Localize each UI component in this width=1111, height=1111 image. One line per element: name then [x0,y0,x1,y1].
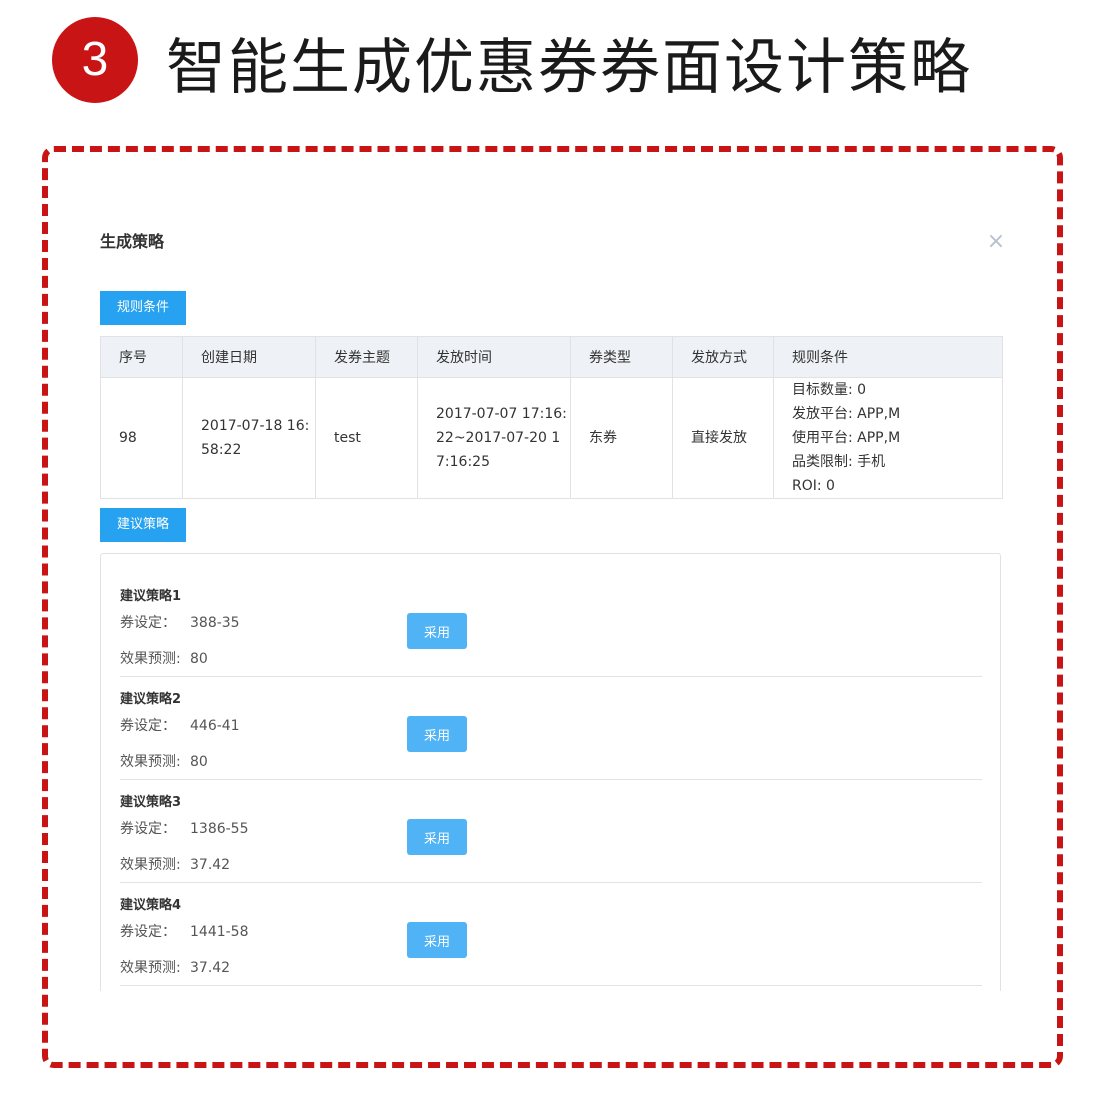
adopt-button[interactable]: 采用 [407,613,467,649]
effect-forecast: 效果预测: 37.42 [120,957,230,977]
rule-issue-platform: 发放平台: APP,M [792,406,901,422]
column-header-issue-time: 发放时间 [417,336,571,378]
coupon-value: 1386-55 [190,821,249,837]
coupon-label: 券设定： [120,615,176,631]
effect-forecast: 效果预测: 80 [120,751,208,771]
suggest-section-tag: 建议策略 [100,508,187,542]
rules-table: 序号 创建日期 发券主题 发放时间 券类型 发放方式 规则条件 98 2017-… [100,336,1003,499]
column-header-issue-method: 发放方式 [672,336,774,378]
coupon-setting: 券设定： 446-41 [120,715,240,735]
list-item: 建议策略2 券设定： 446-41 效果预测: 80 采用 [120,676,982,780]
coupon-value: 446-41 [190,718,240,734]
rule-use-platform: 使用平台: APP,M [792,430,901,446]
coupon-label: 券设定： [120,718,176,734]
close-icon[interactable]: × [984,230,1008,254]
effect-value: 37.42 [190,857,231,873]
effect-forecast: 效果预测: 80 [120,648,208,668]
effect-label: 效果预测: [120,857,181,873]
list-item: 建议策略4 券设定： 1441-58 效果预测: 37.42 采用 [120,882,982,986]
effect-label: 效果预测: [120,651,181,667]
column-header-created: 创建日期 [182,336,316,378]
coupon-value: 388-35 [190,615,240,631]
rules-list: 目标数量: 0 发放平台: APP,M 使用平台: APP,M 品类限制: 手机… [792,378,1002,498]
list-item: 建议策略1 券设定： 388-35 效果预测: 80 采用 [120,573,982,677]
rule-category-limit: 品类限制: 手机 [792,454,886,470]
page-headline: 智能生成优惠券券面设计策略 [166,32,972,103]
adopt-button[interactable]: 采用 [407,819,467,855]
strategy-name: 建议策略1 [120,589,182,604]
effect-value: 80 [190,754,208,770]
coupon-label: 券设定： [120,821,176,837]
cell-theme: test [315,377,418,499]
effect-value: 80 [190,651,208,667]
effect-value: 37.42 [190,960,231,976]
column-header-theme: 发券主题 [315,336,418,378]
table-header-row: 序号 创建日期 发券主题 发放时间 券类型 发放方式 规则条件 [100,336,1003,378]
cell-rules: 目标数量: 0 发放平台: APP,M 使用平台: APP,M 品类限制: 手机… [773,377,1003,499]
coupon-setting: 券设定： 1441-58 [120,921,249,941]
effect-label: 效果预测: [120,960,181,976]
dialog-title: 生成策略 [100,232,165,251]
column-header-rules: 规则条件 [773,336,1003,378]
coupon-setting: 券设定： 1386-55 [120,818,249,838]
cell-id: 98 [100,377,183,499]
step-number-badge: 3 [52,17,138,103]
rule-target-count: 目标数量: 0 [792,382,867,398]
rules-section-tag: 规则条件 [100,291,187,325]
cell-issue-time: 2017-07-07 17:16:22~2017-07-20 17:16:25 [417,377,571,499]
table-row: 98 2017-07-18 16:58:22 test 2017-07-07 1… [100,377,1003,499]
effect-label: 效果预测: [120,754,181,770]
cell-created: 2017-07-18 16:58:22 [182,377,316,499]
coupon-value: 1441-58 [190,924,249,940]
strategy-name: 建议策略4 [120,898,182,913]
strategy-name: 建议策略2 [120,692,182,707]
suggest-strategy-panel: 建议策略1 券设定： 388-35 效果预测: 80 采用 建议策略2 券设定： 44… [100,553,1001,991]
column-header-id: 序号 [100,336,183,378]
strategy-name: 建议策略3 [120,795,182,810]
adopt-button[interactable]: 采用 [407,716,467,752]
column-header-coupon-type: 券类型 [570,336,673,378]
coupon-label: 券设定： [120,924,176,940]
rule-roi: ROI: 0 [792,478,835,494]
coupon-setting: 券设定： 388-35 [120,612,240,632]
cell-coupon-type: 东券 [570,377,673,499]
effect-forecast: 效果预测: 37.42 [120,854,230,874]
adopt-button[interactable]: 采用 [407,922,467,958]
cell-issue-method: 直接发放 [672,377,774,499]
list-item: 建议策略3 券设定： 1386-55 效果预测: 37.42 采用 [120,779,982,883]
